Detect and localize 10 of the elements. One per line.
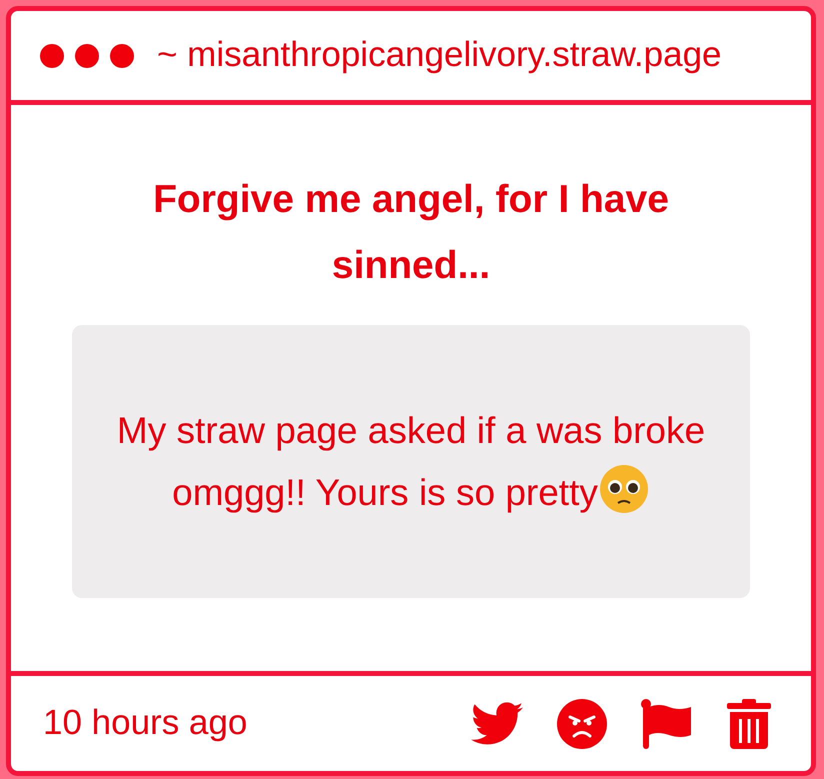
page-address: ~ misanthropicangelivory.straw.page bbox=[157, 34, 722, 76]
question-title: Forgive me angel, for I have sinned... bbox=[152, 177, 670, 289]
window-dots-icon bbox=[39, 42, 135, 68]
timestamp: 10 hours ago bbox=[43, 702, 248, 744]
message-text: My straw page asked if a was broke omggg!! Yours is so pretty bbox=[116, 408, 706, 516]
twitter-bird-icon[interactable] bbox=[471, 702, 523, 746]
flag-icon[interactable] bbox=[641, 698, 693, 748]
trash-icon[interactable] bbox=[727, 698, 771, 748]
pleading-face-icon bbox=[598, 462, 650, 514]
angry-face-icon[interactable] bbox=[557, 698, 607, 748]
